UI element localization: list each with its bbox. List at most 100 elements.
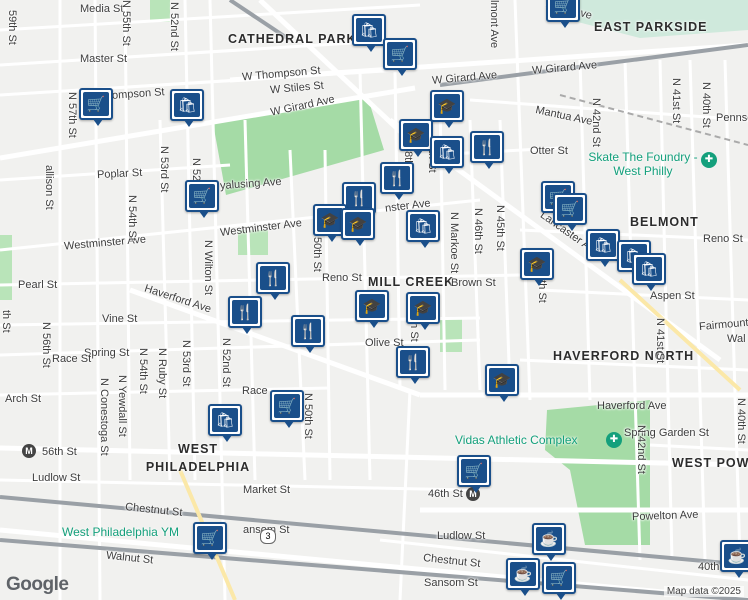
- street-label: Otter St: [530, 145, 568, 157]
- street-label: N 40th St: [700, 82, 712, 128]
- school-icon: 🎓: [345, 212, 371, 236]
- coffee-icon: ☕: [536, 527, 562, 551]
- grocery-marker[interactable]: 🛒: [542, 562, 576, 600]
- street-label: N 41st St: [670, 78, 682, 124]
- poi-skate[interactable]: Skate The Foundry - West Philly: [578, 150, 708, 178]
- restaurant-icon: 🍴: [260, 266, 286, 290]
- coffee-icon: ☕: [724, 544, 748, 568]
- street-label: Pearl St: [18, 279, 58, 291]
- street-label: N 54th St: [137, 348, 149, 394]
- street-label: Race: [242, 385, 268, 397]
- street-label: Brown St: [451, 277, 496, 289]
- shopping-cart-icon: 🛒: [83, 92, 109, 116]
- restaurant-icon: 🍴: [346, 186, 372, 210]
- street-label: Reno St: [322, 272, 362, 284]
- street-label: Reno St: [703, 233, 743, 245]
- street-label: N 57th St: [66, 92, 78, 138]
- street-label: N 54th St: [126, 195, 138, 241]
- grocery-marker[interactable]: 🛒: [193, 522, 227, 560]
- shopping-cart-icon: 🛒: [550, 0, 576, 18]
- restaurant-marker[interactable]: 🍴: [291, 315, 325, 353]
- skate-icon[interactable]: ✚: [701, 152, 717, 168]
- map-copyright[interactable]: Map data ©2025: [663, 586, 744, 597]
- restaurant-marker[interactable]: 🍴: [228, 296, 262, 334]
- area-label: WEST PHILADELPHIA: [145, 442, 251, 474]
- restaurant-icon: 🍴: [232, 300, 258, 324]
- shopping-bag-icon: 🛍: [410, 214, 436, 238]
- coffee-icon: ☕: [510, 562, 536, 586]
- school-marker[interactable]: 🎓: [341, 208, 375, 246]
- street-label: Arch St: [5, 393, 42, 405]
- grocery-marker[interactable]: 🛒: [79, 88, 113, 126]
- shopping-marker[interactable]: 🛍: [406, 210, 440, 248]
- school-marker[interactable]: 🎓: [355, 290, 389, 328]
- shopping-marker[interactable]: 🛍: [586, 229, 620, 267]
- shopping-cart-icon: 🛒: [274, 394, 300, 418]
- shopping-bag-icon: 🛍: [174, 93, 200, 117]
- shopping-cart-icon: 🛒: [189, 184, 215, 208]
- school-icon: 🎓: [317, 208, 343, 232]
- cafe-marker[interactable]: ☕: [506, 558, 540, 596]
- park-area: [0, 235, 12, 300]
- restaurant-icon: 🍴: [474, 135, 500, 159]
- restaurant-icon: 🍴: [295, 319, 321, 343]
- sports-icon[interactable]: ✚: [606, 432, 622, 448]
- area-label: CATHEDRAL PARK: [228, 32, 357, 46]
- school-icon: 🎓: [410, 296, 436, 320]
- shopping-bag-icon: 🛍: [636, 257, 662, 281]
- street-label: N Markoe St: [448, 212, 460, 274]
- street-label: 56th St: [42, 446, 77, 458]
- school-marker[interactable]: 🎓: [520, 248, 554, 286]
- street-label: Market St: [243, 484, 291, 496]
- school-marker[interactable]: 🎓: [430, 90, 464, 128]
- shopping-bag-icon: 🛍: [434, 140, 460, 164]
- street-label: Sansom St: [424, 577, 478, 589]
- restaurant-marker[interactable]: 🍴: [380, 162, 414, 200]
- street-label: N 53rd St: [180, 340, 192, 387]
- restaurant-marker[interactable]: 🍴: [256, 262, 290, 300]
- street-label: N 42nd St: [590, 98, 602, 147]
- area-label: MILL CREEK: [368, 275, 455, 289]
- restaurant-icon: 🍴: [400, 350, 426, 374]
- street-label: Media St: [80, 3, 124, 15]
- school-icon: 🎓: [524, 252, 550, 276]
- street-label: Ludlow St: [32, 472, 81, 484]
- street-label: Haverford Ave: [597, 400, 667, 412]
- restaurant-marker[interactable]: 🍴: [396, 346, 430, 384]
- restaurant-marker[interactable]: 🍴: [470, 131, 504, 169]
- poi-vidas[interactable]: Vidas Athletic Complex: [455, 433, 578, 447]
- school-marker[interactable]: 🎓: [399, 119, 433, 157]
- grocery-marker[interactable]: 🛒: [185, 180, 219, 218]
- street-label: allison St: [43, 165, 55, 210]
- shopping-marker[interactable]: 🛍: [208, 404, 242, 442]
- shopping-marker[interactable]: 🛍: [352, 14, 386, 52]
- shopping-marker[interactable]: 🛍: [170, 89, 204, 127]
- cafe-marker[interactable]: ☕: [532, 523, 566, 561]
- school-marker[interactable]: 🎓: [406, 292, 440, 330]
- street-label: Pennsg: [716, 112, 748, 124]
- street-label: N 52nd St: [220, 338, 232, 387]
- shopping-marker[interactable]: 🛍: [632, 253, 666, 291]
- school-marker[interactable]: 🎓: [485, 364, 519, 402]
- grocery-marker[interactable]: 🛒: [546, 0, 580, 28]
- restaurant-icon: 🍴: [384, 166, 410, 190]
- grocery-marker[interactable]: 🛒: [457, 455, 491, 493]
- route-shield-icon: 3: [260, 529, 276, 544]
- poi-ymca[interactable]: West Philadelphia YM: [62, 525, 179, 539]
- street-label: th St: [0, 310, 12, 333]
- grocery-marker[interactable]: 🛒: [270, 390, 304, 428]
- street-label: N 53rd St: [158, 146, 170, 193]
- street-label: N 45th St: [494, 205, 506, 251]
- grocery-marker[interactable]: 🛒: [383, 38, 417, 76]
- shopping-bag-icon: 🛍: [590, 233, 616, 257]
- street-label: N Yewdall St: [116, 375, 128, 437]
- cafe-marker[interactable]: ☕: [720, 540, 748, 578]
- shopping-marker[interactable]: 🛍: [430, 136, 464, 174]
- street-label: Aspen St: [650, 290, 695, 302]
- street-label: lmont Ave: [488, 0, 500, 49]
- street-label: Ludlow St: [437, 530, 486, 542]
- street-label: Wal: [727, 333, 746, 345]
- area-label: HAVERFORD NORTH: [553, 349, 695, 363]
- subway-icon[interactable]: M: [22, 444, 36, 458]
- grocery-marker[interactable]: 🛒: [553, 193, 587, 231]
